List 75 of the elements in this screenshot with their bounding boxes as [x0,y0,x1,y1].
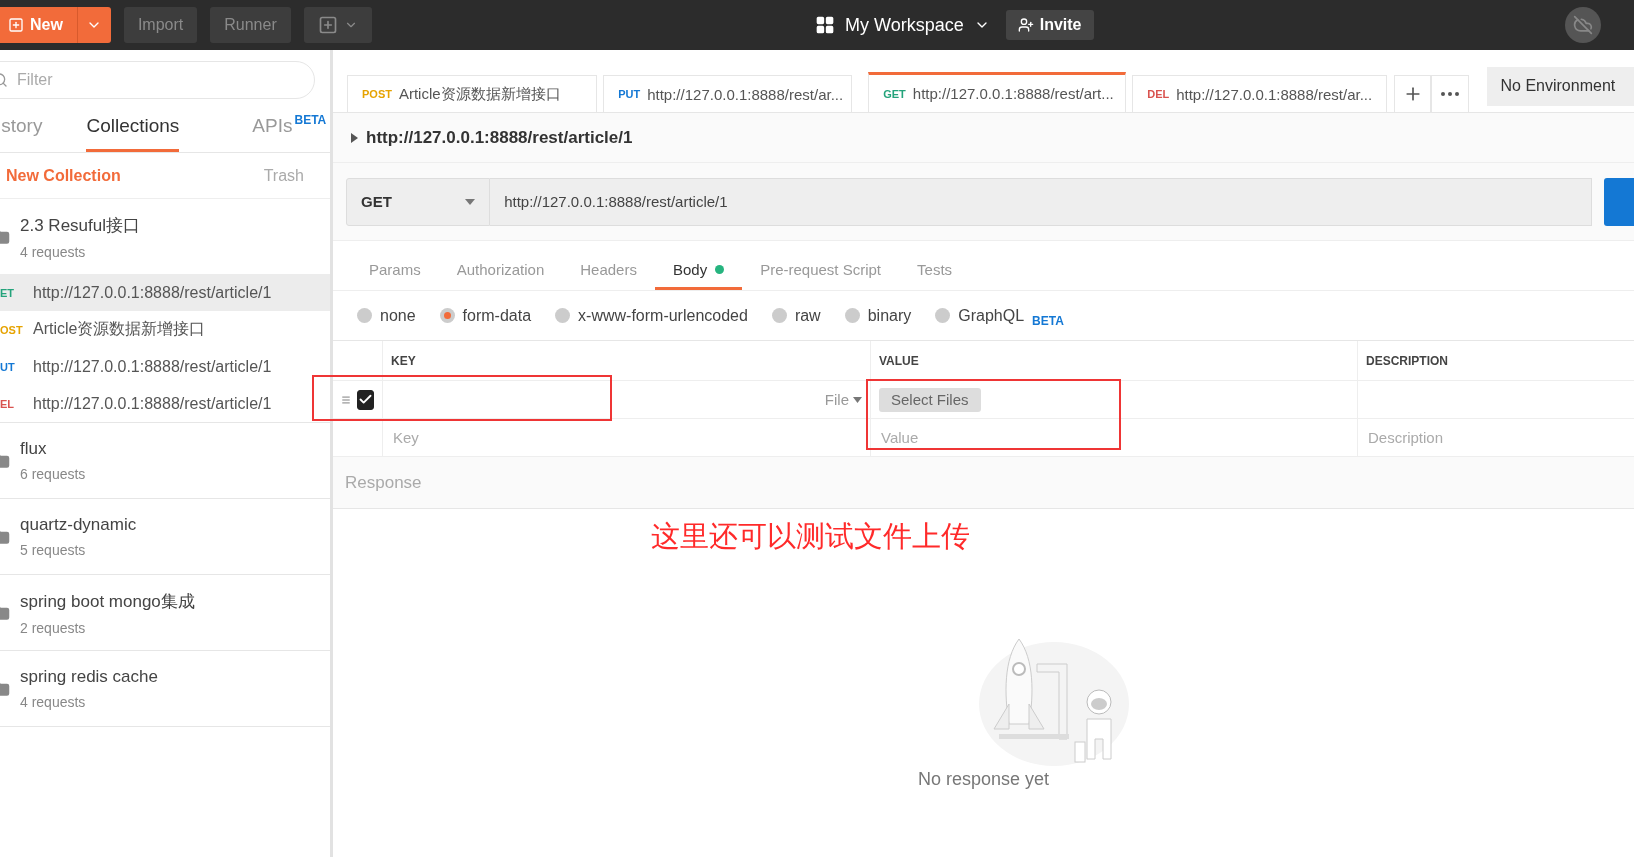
select-files-button[interactable]: Select Files [879,387,981,412]
expand-icon[interactable] [351,132,358,143]
request-tab[interactable]: PUT http://127.0.0.1:8888/rest/ar... [603,75,853,112]
request-item[interactable]: EL http://127.0.0.1:8888/rest/article/1 [0,385,330,422]
cloud-off-icon [1573,15,1593,35]
collection-item[interactable]: 2.3 Resuful接口 4 requests [0,199,330,274]
request-name: http://127.0.0.1:8888/rest/article/1 [33,394,272,413]
column-header: KEY [391,353,416,368]
collection-item[interactable]: quartz-dynamic 5 requests [0,499,330,574]
more-icon [1440,92,1459,96]
request-name: http://127.0.0.1:8888/rest/article/1 [33,357,272,376]
empty-response-text: No response yet [917,769,1050,790]
send-button[interactable] [1604,177,1634,226]
sidebar-tab[interactable]: APIs$^{BETA}$ [252,103,327,152]
request-count: 4 requests [20,243,87,260]
method-label: EL [0,397,16,410]
sync-off-button[interactable] [1565,7,1601,43]
invite-button[interactable]: Invite [1005,10,1094,40]
body-mode-radio[interactable]: binary [844,306,912,325]
method-label: DEL [1147,88,1170,100]
method-label: GET [883,87,906,100]
request-title: http://127.0.0.1:8888/rest/article/1 [366,127,633,148]
request-name: http://127.0.0.1:8888/rest/article/1 [33,283,272,302]
method-label: POST [362,88,392,100]
request-item[interactable]: UT http://127.0.0.1:8888/rest/article/1 [0,348,330,385]
tab-title: Article资源数据新增接口 [398,84,561,104]
collection-name: flux [20,439,48,459]
column-header: DESCRIPTION [1366,353,1448,368]
grid-icon [815,15,835,35]
request-count: 6 requests [20,466,86,482]
collection-item[interactable]: flux 6 requests [0,423,330,498]
new-window-button[interactable] [303,7,372,43]
collection-name: spring redis cache [20,667,158,687]
body-mode-radio[interactable]: none [357,306,416,325]
request-item[interactable]: ET http://127.0.0.1:8888/rest/article/1 [0,274,330,311]
check-icon [358,392,373,407]
url-field[interactable]: http://127.0.0.1:8888/rest/article/1 [490,177,1593,226]
plus-square-icon [8,17,24,33]
request-count: 4 requests [20,694,87,710]
collection-name: spring boot mongo集成 [20,590,195,613]
body-mode-radio[interactable]: x-www-form-urlencoded [555,306,748,325]
request-item[interactable]: OST Article资源数据新增接口 [0,311,330,348]
workspace-name[interactable]: My Workspace [845,14,964,36]
collection-item[interactable]: spring boot mongo集成 2 requests [0,575,330,650]
user-plus-icon [1017,17,1034,33]
method-label: PUT [618,88,641,100]
tab-title: http://127.0.0.1:8888/rest/ar... [1176,85,1373,103]
request-tab[interactable]: DEL http://127.0.0.1:8888/rest/ar... [1132,75,1388,112]
more-button[interactable] [1431,75,1469,112]
column-header: VALUE [879,353,919,368]
method-select[interactable]: GET [346,177,491,226]
filter-field[interactable]: Filter [0,61,315,99]
tab-title: http://127.0.0.1:8888/rest/art... [912,85,1114,102]
caret-icon [853,396,862,403]
tab-title: http://127.0.0.1:8888/rest/ar... [647,85,844,103]
request-tab[interactable]: POST Article资源数据新增接口 [347,75,598,112]
method-label: ET [0,286,16,299]
sidebar-tab[interactable]: Collections [86,103,180,152]
request-tab[interactable]: GET http://127.0.0.1:8888/rest/art... [868,72,1127,112]
collection-name: quartz-dynamic [20,515,137,535]
new-tab-button[interactable] [1394,75,1432,112]
body-mode-radio[interactable]: raw [771,306,821,325]
request-count: 5 requests [20,542,87,558]
collection-name: 2.3 Resuful接口 [20,214,140,237]
request-name: Article资源数据新增接口 [33,319,206,339]
response-label: Response [345,472,422,493]
method-label: OST [0,323,24,336]
method-label: UT [0,360,16,373]
body-mode-radio[interactable]: form-data [439,306,532,325]
plus-square-icon [317,15,338,35]
annotation-text: 这里还可以测试文件上传 [651,519,970,554]
caret-icon [465,198,476,205]
row-checkbox[interactable] [357,389,374,410]
request-count: 2 requests [20,619,87,636]
collection-item[interactable]: spring redis cache 4 requests [0,651,330,726]
